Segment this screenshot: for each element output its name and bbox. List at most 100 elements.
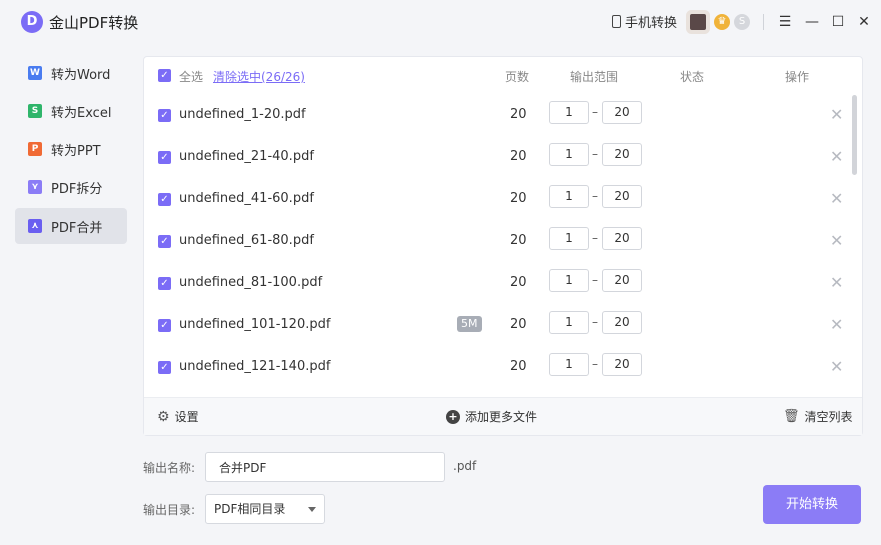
select-all-checkbox[interactable]: ✓ bbox=[158, 69, 171, 82]
list-scrollbar[interactable] bbox=[852, 95, 857, 175]
range-to-input[interactable]: 20 bbox=[602, 185, 642, 208]
sidebar-item-excel[interactable]: S 转为Excel bbox=[15, 93, 127, 129]
range-separator: – bbox=[592, 105, 598, 119]
page-count: 20 bbox=[510, 233, 527, 248]
menu-icon[interactable]: ☰ bbox=[774, 11, 796, 33]
app-title: 金山PDF转换 bbox=[49, 14, 139, 32]
page-count: 20 bbox=[510, 107, 527, 122]
phone-icon bbox=[612, 15, 621, 28]
range-separator: – bbox=[592, 315, 598, 329]
range-from-input[interactable]: 1 bbox=[549, 311, 589, 334]
row-checkbox[interactable]: ✓ bbox=[158, 109, 171, 122]
mobile-convert-button[interactable]: 手机转换 bbox=[612, 12, 677, 31]
delete-row-icon[interactable]: ✕ bbox=[830, 105, 843, 124]
clear-list-label: 清空列表 bbox=[804, 410, 853, 424]
file-name: undefined_1-20.pdf bbox=[179, 107, 306, 122]
trash-icon: 🗑 bbox=[783, 409, 800, 424]
delete-row-icon[interactable]: ✕ bbox=[830, 147, 843, 166]
range-to-input[interactable]: 20 bbox=[602, 353, 642, 376]
delete-row-icon[interactable]: ✕ bbox=[830, 231, 843, 250]
delete-row-icon[interactable]: ✕ bbox=[830, 315, 843, 334]
table-row: ✓ undefined_61-80.pdf 20 1 – 20 ✕ bbox=[144, 221, 849, 263]
table-row: ✓ undefined_1-20.pdf 20 1 – 20 ✕ bbox=[144, 95, 849, 137]
gear-icon: ⚙ bbox=[157, 408, 170, 425]
range-from-input[interactable]: 1 bbox=[549, 353, 589, 376]
select-all-label[interactable]: 全选 bbox=[179, 68, 203, 85]
sidebar-item-label: PDF合并 bbox=[51, 220, 103, 236]
output-name-input[interactable] bbox=[205, 452, 445, 482]
titlebar-divider bbox=[763, 14, 764, 30]
mobile-convert-label: 手机转换 bbox=[625, 16, 678, 31]
sidebar-item-label: PDF拆分 bbox=[51, 181, 103, 197]
page-count: 20 bbox=[510, 359, 527, 374]
maximize-icon[interactable]: ☐ bbox=[827, 11, 849, 33]
title-bar: D 金山PDF转换 手机转换 ♛ S ☰ — ☐ ✕ bbox=[0, 0, 881, 44]
page-count: 20 bbox=[510, 275, 527, 290]
s-badge-icon[interactable]: S bbox=[734, 14, 750, 30]
page-count: 20 bbox=[510, 191, 527, 206]
page-count: 20 bbox=[510, 317, 527, 332]
panel-footer: ⚙ 设置 + 添加更多文件 🗑 清空列表 bbox=[144, 397, 862, 435]
delete-row-icon[interactable]: ✕ bbox=[830, 189, 843, 208]
table-row: ✓ undefined_101-120.pdf 5M 20 1 – 20 ✕ bbox=[144, 305, 849, 347]
row-checkbox[interactable]: ✓ bbox=[158, 277, 171, 290]
range-from-input[interactable]: 1 bbox=[549, 143, 589, 166]
range-separator: – bbox=[592, 357, 598, 371]
range-from-input[interactable]: 1 bbox=[549, 185, 589, 208]
table-header: ✓ 全选 清除选中(26/26) 页数 输出范围 状态 操作 bbox=[144, 57, 862, 93]
range-to-input[interactable]: 20 bbox=[602, 227, 642, 250]
settings-button[interactable]: ⚙ 设置 bbox=[157, 408, 199, 425]
file-name: undefined_81-100.pdf bbox=[179, 275, 323, 290]
sidebar-item-split[interactable]: ⋎ PDF拆分 bbox=[15, 169, 127, 205]
clear-list-button[interactable]: 🗑 清空列表 bbox=[783, 408, 853, 425]
avatar[interactable] bbox=[690, 14, 706, 30]
output-name-label: 输出名称: bbox=[143, 461, 196, 475]
column-header-range: 输出范围 bbox=[570, 70, 619, 84]
add-files-label: 添加更多文件 bbox=[465, 410, 538, 424]
merge-icon: ⋏ bbox=[28, 219, 42, 233]
range-to-input[interactable]: 20 bbox=[602, 143, 642, 166]
file-name: undefined_121-140.pdf bbox=[179, 359, 331, 374]
sidebar-item-label: 转为Excel bbox=[51, 105, 112, 121]
range-separator: – bbox=[592, 231, 598, 245]
row-checkbox[interactable]: ✓ bbox=[158, 361, 171, 374]
range-to-input[interactable]: 20 bbox=[602, 269, 642, 292]
settings-label: 设置 bbox=[174, 410, 199, 424]
range-from-input[interactable]: 1 bbox=[549, 101, 589, 124]
app-logo-icon: D bbox=[21, 11, 43, 33]
file-name: undefined_41-60.pdf bbox=[179, 191, 314, 206]
output-dir-select[interactable]: PDF相同目录 bbox=[205, 494, 325, 524]
delete-row-icon[interactable]: ✕ bbox=[830, 357, 843, 376]
delete-row-icon[interactable]: ✕ bbox=[830, 273, 843, 292]
add-files-button[interactable]: + 添加更多文件 bbox=[446, 408, 537, 425]
row-checkbox[interactable]: ✓ bbox=[158, 319, 171, 332]
range-from-input[interactable]: 1 bbox=[549, 269, 589, 292]
ppt-icon: P bbox=[28, 142, 42, 156]
output-dir-label: 输出目录: bbox=[143, 503, 196, 517]
sidebar-item-ppt[interactable]: P 转为PPT bbox=[15, 131, 127, 167]
minimize-icon[interactable]: — bbox=[801, 11, 823, 33]
sidebar-item-merge[interactable]: ⋏ PDF合并 bbox=[15, 208, 127, 244]
row-checkbox[interactable]: ✓ bbox=[158, 151, 171, 164]
range-separator: – bbox=[592, 147, 598, 161]
range-separator: – bbox=[592, 273, 598, 287]
start-convert-button[interactable]: 开始转换 bbox=[763, 485, 861, 524]
table-row: ✓ undefined_121-140.pdf 20 1 – 20 ✕ bbox=[144, 347, 849, 389]
range-to-input[interactable]: 20 bbox=[602, 101, 642, 124]
clear-selection-link[interactable]: 清除选中(26/26) bbox=[213, 68, 305, 85]
row-checkbox[interactable]: ✓ bbox=[158, 235, 171, 248]
page-count: 20 bbox=[510, 149, 527, 164]
range-to-input[interactable]: 20 bbox=[602, 311, 642, 334]
sidebar-item-word[interactable]: W 转为Word bbox=[15, 55, 127, 91]
column-header-pages: 页数 bbox=[505, 70, 530, 84]
chevron-down-icon bbox=[308, 507, 316, 512]
excel-icon: S bbox=[28, 104, 42, 118]
table-row: ✓ undefined_81-100.pdf 20 1 – 20 ✕ bbox=[144, 263, 849, 305]
file-name: undefined_21-40.pdf bbox=[179, 149, 314, 164]
vip-badge-icon[interactable]: ♛ bbox=[714, 14, 730, 30]
range-from-input[interactable]: 1 bbox=[549, 227, 589, 250]
row-checkbox[interactable]: ✓ bbox=[158, 193, 171, 206]
close-icon[interactable]: ✕ bbox=[853, 11, 875, 33]
table-row: ✓ undefined_21-40.pdf 20 1 – 20 ✕ bbox=[144, 137, 849, 179]
file-size-badge: 5M bbox=[457, 316, 482, 332]
